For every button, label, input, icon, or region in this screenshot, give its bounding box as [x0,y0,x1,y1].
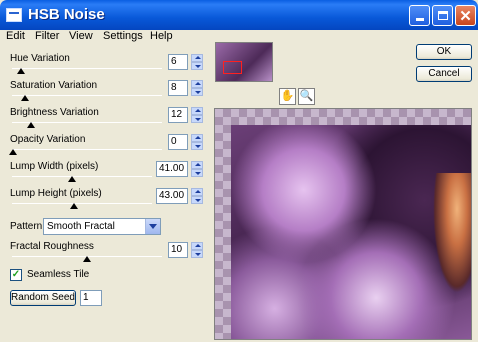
opacity-slider-thumb[interactable] [9,149,17,155]
spin-down-icon[interactable] [191,250,203,258]
lump-height-label: Lump Height (pixels) [10,188,102,199]
opacity-input[interactable]: 0 [168,134,188,150]
brightness-input[interactable]: 12 [168,107,188,123]
ok-button[interactable]: OK [416,44,472,60]
menu-help[interactable]: Help [150,30,173,42]
app-icon [6,8,22,22]
opacity-slider[interactable] [12,149,162,150]
saturation-label: Saturation Variation [10,80,98,91]
lump-width-slider[interactable] [12,176,152,177]
preview-figure [433,173,471,293]
saturation-input[interactable]: 8 [168,80,188,96]
minimize-icon [415,18,424,21]
lump-height-spinner[interactable] [191,188,203,204]
roughness-label: Fractal Roughness [10,241,94,252]
chevron-down-icon[interactable] [145,219,160,234]
spin-down-icon[interactable] [191,169,203,177]
spin-down-icon[interactable] [191,115,203,123]
spin-up-icon[interactable] [191,188,203,196]
roughness-spinner[interactable] [191,242,203,258]
lump-height-input[interactable]: 43.00 [156,188,188,204]
pattern-select[interactable]: Smooth Fractal [43,218,161,235]
lump-height-slider-thumb[interactable] [70,203,78,209]
lump-width-input[interactable]: 41.00 [156,161,188,177]
random-seed-button[interactable]: Random Seed [10,290,76,306]
cancel-button[interactable]: Cancel [416,66,472,82]
navigator-thumbnail[interactable] [215,42,273,82]
menu-filter[interactable]: Filter [35,30,59,42]
pattern-select-value: Smooth Fractal [47,221,115,232]
saturation-slider-thumb[interactable] [21,95,29,101]
saturation-slider[interactable] [12,95,162,96]
opacity-spinner[interactable] [191,134,203,150]
preview-pane[interactable] [214,108,472,340]
window-title: HSB Noise [28,6,105,23]
brightness-label: Brightness Variation [10,107,99,118]
lump-width-spinner[interactable] [191,161,203,177]
hue-slider[interactable] [12,68,162,69]
pattern-label: Pattern: [10,221,46,232]
menu-settings[interactable]: Settings [103,30,143,42]
saturation-spinner[interactable] [191,80,203,96]
spin-up-icon[interactable] [191,134,203,142]
spin-down-icon[interactable] [191,196,203,204]
opacity-label: Opacity Variation [10,134,86,145]
minimize-button[interactable] [409,5,430,26]
lump-width-slider-thumb[interactable] [68,176,76,182]
maximize-button[interactable] [432,5,453,26]
magnifier-icon[interactable]: 🔍 [298,88,315,105]
close-button[interactable]: ✕ [455,5,476,26]
navigator-selection[interactable] [223,61,242,74]
spin-down-icon[interactable] [191,62,203,70]
spin-up-icon[interactable] [191,107,203,115]
seamless-tile-checkbox[interactable]: ✓ [10,269,22,281]
random-seed-input[interactable]: 1 [80,290,102,306]
hue-spinner[interactable] [191,54,203,70]
close-icon: ✕ [459,7,472,25]
lump-height-slider[interactable] [12,203,152,204]
roughness-input[interactable]: 10 [168,242,188,258]
brightness-slider-thumb[interactable] [27,122,35,128]
lump-width-label: Lump Width (pixels) [10,161,99,172]
roughness-slider-thumb[interactable] [83,256,91,262]
maximize-icon [437,11,448,20]
brightness-spinner[interactable] [191,107,203,123]
hand-icon[interactable]: ✋ [279,88,296,105]
spin-up-icon[interactable] [191,242,203,250]
spin-up-icon[interactable] [191,54,203,62]
menu-edit[interactable]: Edit [6,30,25,42]
spin-down-icon[interactable] [191,142,203,150]
seamless-tile-label: Seamless Tile [27,269,90,280]
hue-input[interactable]: 6 [168,54,188,70]
spin-down-icon[interactable] [191,88,203,96]
spin-up-icon[interactable] [191,80,203,88]
title-bar[interactable]: HSB Noise ✕ [0,0,478,30]
menu-view[interactable]: View [69,30,93,42]
hue-slider-thumb[interactable] [17,68,25,74]
spin-up-icon[interactable] [191,161,203,169]
hue-label: Hue Variation [10,53,70,64]
